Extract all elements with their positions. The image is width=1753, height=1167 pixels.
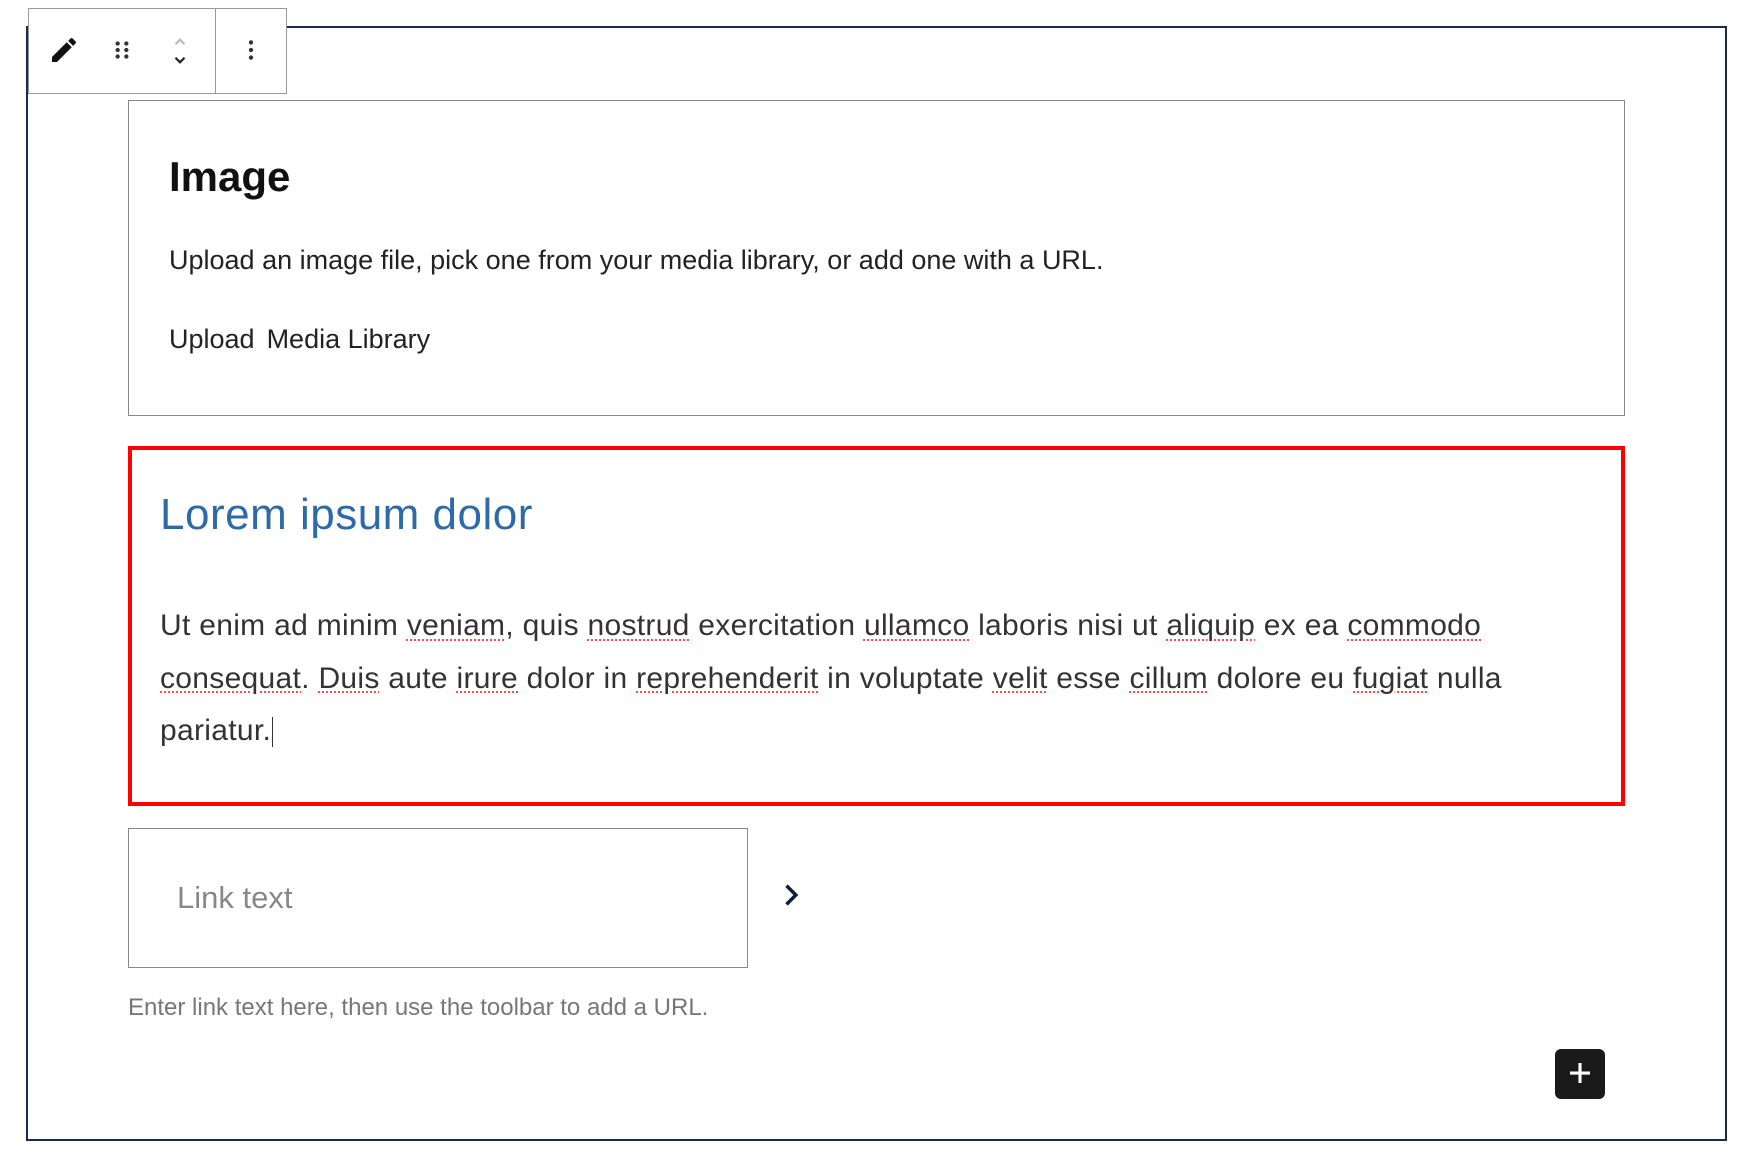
- editor-canvas: Image Upload an image file, pick one fro…: [26, 26, 1727, 1141]
- image-block-actions: Upload Media Library: [169, 324, 1584, 355]
- link-block-row: Link text: [128, 828, 1625, 968]
- content-area: Image Upload an image file, pick one fro…: [128, 100, 1625, 1119]
- selected-block[interactable]: Lorem ipsum dolor Ut enim ad minim venia…: [128, 446, 1625, 806]
- link-text-placeholder: Link text: [177, 880, 292, 916]
- media-library-button[interactable]: Media Library: [267, 324, 431, 355]
- block-toolbar: [28, 8, 287, 94]
- edit-block-button[interactable]: [35, 22, 93, 80]
- image-block-description: Upload an image file, pick one from your…: [169, 245, 1584, 276]
- link-text-input[interactable]: Link text: [128, 828, 748, 968]
- block-heading[interactable]: Lorem ipsum dolor: [160, 490, 1593, 540]
- drag-handle-button[interactable]: [93, 22, 151, 80]
- chevron-right-icon[interactable]: [776, 875, 804, 920]
- chevron-up-icon[interactable]: [168, 33, 192, 51]
- more-vertical-icon: [238, 37, 264, 66]
- link-helper-text: Enter link text here, then use the toolb…: [128, 994, 1625, 1022]
- more-options-button[interactable]: [222, 22, 280, 80]
- block-paragraph[interactable]: Ut enim ad minim veniam, quis nostrud ex…: [160, 600, 1593, 758]
- drag-handle-icon: [109, 37, 135, 66]
- move-block-buttons[interactable]: [151, 22, 209, 80]
- upload-button[interactable]: Upload: [169, 324, 255, 355]
- add-block-button[interactable]: [1555, 1049, 1605, 1099]
- chevron-down-icon[interactable]: [168, 51, 192, 69]
- image-block-title: Image: [169, 153, 1584, 201]
- text-cursor: [272, 717, 273, 747]
- pencil-icon: [48, 34, 80, 69]
- image-block-placeholder[interactable]: Image Upload an image file, pick one fro…: [128, 100, 1625, 416]
- plus-icon: [1565, 1058, 1595, 1091]
